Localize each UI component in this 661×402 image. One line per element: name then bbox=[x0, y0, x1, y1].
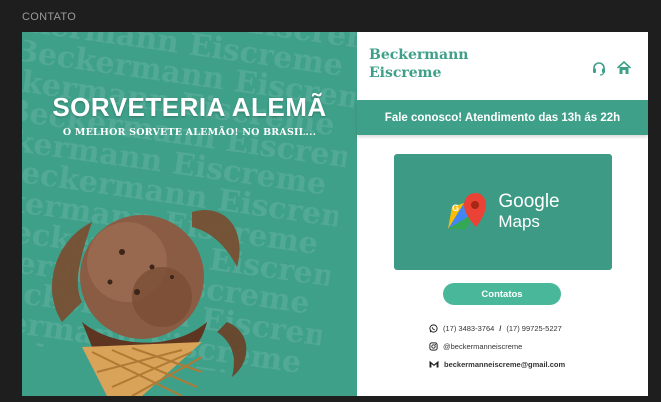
svg-text:G: G bbox=[452, 203, 459, 213]
phone-row: (17) 3483-3764 / (17) 99725-5227 bbox=[429, 321, 562, 335]
hero-subtitle: O MELHOR SORVETE ALEMÃO! NO BRASIL... bbox=[62, 127, 317, 138]
headset-icon[interactable] bbox=[590, 59, 608, 77]
phone-separator: / bbox=[499, 323, 502, 333]
instagram-icon bbox=[429, 341, 438, 351]
email-address[interactable]: beckermanneiscreme@gmail.com bbox=[444, 360, 565, 369]
brand-logo[interactable]: Beckermann Eiscreme bbox=[369, 46, 469, 82]
frame-label: CONTATO bbox=[22, 11, 77, 23]
phone-2[interactable]: (17) 99725-5227 bbox=[506, 324, 561, 333]
hero-title: SORVETERIA ALEMÃ bbox=[52, 92, 327, 122]
instagram-handle[interactable]: @beckermanneiscreme bbox=[443, 342, 522, 351]
whatsapp-icon bbox=[429, 323, 438, 333]
email-row: beckermanneiscreme@gmail.com bbox=[429, 357, 565, 371]
service-hours-banner: Fale conosco! Atendimento das 13h ás 22h bbox=[357, 100, 648, 135]
phone-1[interactable]: (17) 3483-3764 bbox=[443, 324, 494, 333]
ice-cream-cone-image bbox=[52, 210, 247, 396]
google-maps-icon: G bbox=[448, 193, 487, 229]
contacts-button[interactable]: Contatos bbox=[443, 283, 561, 305]
google-maps-label: Google Maps bbox=[498, 191, 560, 232]
home-icon[interactable] bbox=[615, 59, 633, 77]
info-panel: Beckermann Eiscreme Fale conosco! Atendi… bbox=[357, 32, 648, 396]
hero-section: Beckermann Eiscreme Beckermann Eiscreme … bbox=[22, 32, 357, 396]
page-frame: Beckermann Eiscreme Beckermann Eiscreme … bbox=[22, 32, 648, 396]
instagram-row: @beckermanneiscreme bbox=[429, 339, 522, 353]
google-maps-link[interactable]: G Google Maps bbox=[394, 154, 612, 270]
gmail-icon bbox=[429, 360, 439, 368]
